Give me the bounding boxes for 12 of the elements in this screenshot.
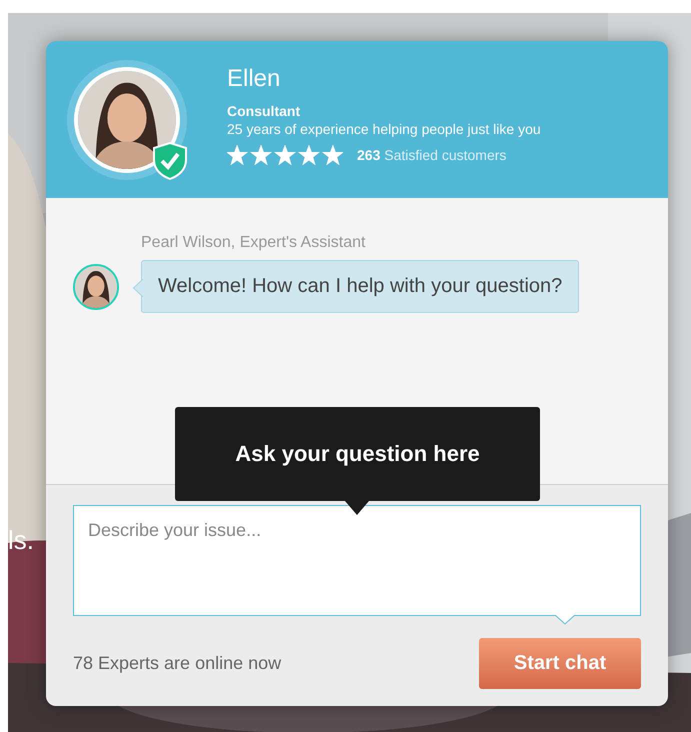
start-chat-button[interactable]: Start chat (479, 638, 641, 689)
online-status: 78 Experts are online now (73, 653, 282, 674)
bubble-tail (133, 279, 143, 297)
expert-bio: 25 years of experience helping people just like you (227, 120, 541, 136)
customers-count: 263 Satisfied customers (357, 146, 506, 162)
expert-name: Ellen (227, 64, 282, 92)
pointer-icon (555, 615, 575, 625)
question-field[interactable]: Describe your issue... (73, 505, 641, 616)
sender-name: Pearl Wilson, Expert's Assistant (141, 234, 366, 252)
expert-title: Consultant (227, 102, 302, 118)
assistant-avatar (73, 264, 119, 310)
tooltip-arrow (345, 501, 369, 515)
